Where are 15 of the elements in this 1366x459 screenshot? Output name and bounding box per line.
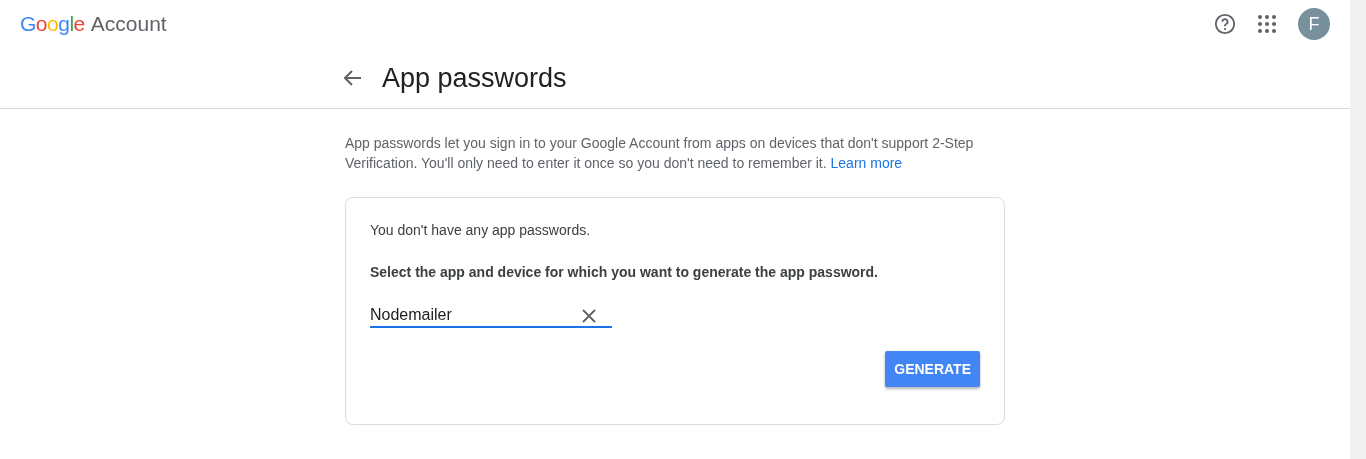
apps-grid-icon[interactable] (1258, 15, 1276, 33)
learn-more-link[interactable]: Learn more (830, 155, 903, 171)
back-arrow-icon[interactable] (344, 70, 362, 86)
app-name-field[interactable]: Nodemailer (370, 306, 612, 328)
product-name: Account (90, 12, 167, 36)
scrollbar[interactable] (1350, 0, 1366, 459)
account-avatar[interactable]: F (1298, 8, 1330, 40)
status-text: You don't have any app passwords. (370, 222, 592, 238)
generate-button[interactable]: GENERATE (885, 351, 980, 387)
help-icon[interactable] (1214, 13, 1236, 35)
page-title: App passwords (382, 62, 567, 94)
prompt-text: Select the app and device for which you want to generate the app password. (370, 264, 879, 280)
intro-paragraph: App passwords let you sign in to your Google Account from apps on devices that don't support 2-Step Verification. You'll only need to enter it once so you don't need to remember it. Learn more (345, 134, 975, 173)
clear-icon[interactable] (582, 309, 596, 323)
google-logo[interactable]: Google (20, 12, 85, 36)
